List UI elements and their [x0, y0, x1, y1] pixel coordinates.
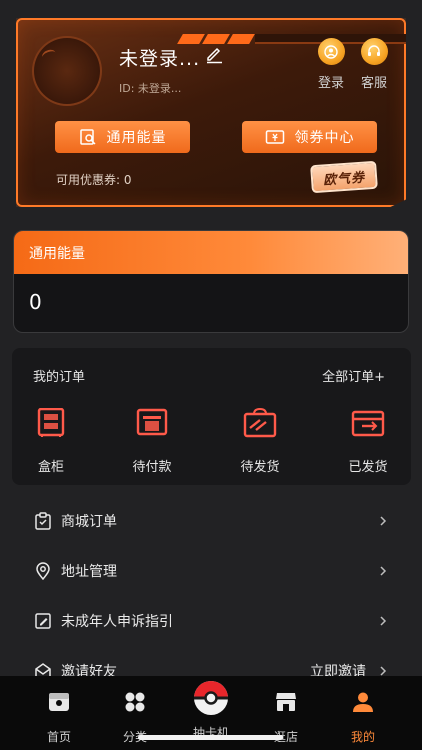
avatar[interactable] [32, 36, 102, 106]
home-indicator [138, 735, 283, 740]
chevron-right-icon [380, 616, 387, 626]
headset-icon [360, 38, 388, 65]
order-shipped[interactable]: 已发货 [338, 408, 398, 475]
order-pending-payment-label: 待付款 [132, 460, 172, 475]
login-label: 登录 [317, 76, 344, 91]
user-id: ID: 未登录... [119, 82, 182, 95]
order-cabinet[interactable]: 盒柜 [21, 407, 81, 475]
profile-icon [353, 692, 373, 712]
pokeball-icon [194, 681, 228, 715]
energy-search-icon [79, 129, 96, 145]
home-box-icon [49, 693, 69, 711]
pending-shipment-icon [243, 407, 277, 438]
shipped-icon [351, 410, 385, 437]
order-pending-shipment-label: 待发货 [240, 460, 280, 475]
login-button[interactable]: 登录 [313, 38, 349, 91]
customer-service-label: 客服 [360, 76, 387, 91]
chevron-right-icon [380, 566, 387, 576]
chevron-right-icon [380, 666, 387, 676]
location-icon [36, 562, 50, 580]
menu-minor-appeal-label: 未成年人申诉指引 [61, 614, 173, 630]
menu-address-label: 地址管理 [61, 564, 117, 580]
shop-order-icon [35, 512, 51, 530]
energy-value: 0 [29, 290, 42, 314]
tab-mine[interactable]: 我的 [333, 690, 393, 745]
my-orders-panel: 我的订单 全部订单+ 盒柜 待付款 待发货 已发货 [12, 348, 411, 485]
menu-shop-orders-label: 商城订单 [61, 514, 117, 530]
menu-minor-appeal[interactable]: 未成年人申诉指引 [0, 596, 422, 646]
tab-home-label: 首页 [46, 730, 71, 744]
cabinet-icon [37, 407, 65, 437]
energy-card: 通用能量 0 [13, 230, 409, 333]
energy-button[interactable]: 通用能量 [55, 121, 190, 153]
all-orders-link[interactable]: 全部订单+ [322, 366, 385, 385]
user-circle-icon [317, 38, 345, 65]
chevron-right-icon [380, 516, 387, 526]
customer-service-button[interactable]: 客服 [356, 38, 392, 91]
order-cabinet-label: 盒柜 [37, 460, 64, 475]
menu-shop-orders[interactable]: 商城订单 [0, 496, 422, 546]
lucky-coupon-badge[interactable]: 欧气券 [310, 160, 378, 194]
orders-title: 我的订单 [33, 370, 86, 385]
category-icon [125, 692, 145, 712]
username[interactable]: 未登录... [119, 44, 200, 71]
lucky-coupon-label: 欧气券 [322, 170, 366, 188]
order-shipped-label: 已发货 [348, 460, 388, 475]
store-icon [276, 693, 296, 711]
coupon-center-label: 领券中心 [294, 130, 355, 146]
edit-doc-icon [35, 613, 51, 629]
coupon-center-button[interactable]: 领券中心 [242, 121, 377, 153]
tab-gacha[interactable]: 抽卡机 [181, 680, 241, 741]
ticket-icon [265, 130, 284, 144]
pending-payment-icon [136, 408, 168, 436]
energy-button-label: 通用能量 [106, 130, 167, 146]
tab-mine-label: 我的 [350, 730, 375, 744]
profile-page: 未登录... ID: 未登录... 登录 客服 通用能量 领券中心 可用优惠券:… [0, 0, 422, 750]
order-pending-shipment[interactable]: 待发货 [230, 407, 290, 475]
available-coupons: 可用优惠券: 0 [56, 173, 132, 187]
order-pending-payment[interactable]: 待付款 [122, 408, 182, 475]
tab-home[interactable]: 首页 [29, 690, 89, 745]
menu-address[interactable]: 地址管理 [0, 546, 422, 596]
energy-card-title: 通用能量 [14, 231, 408, 274]
edit-name-icon[interactable] [204, 44, 224, 64]
